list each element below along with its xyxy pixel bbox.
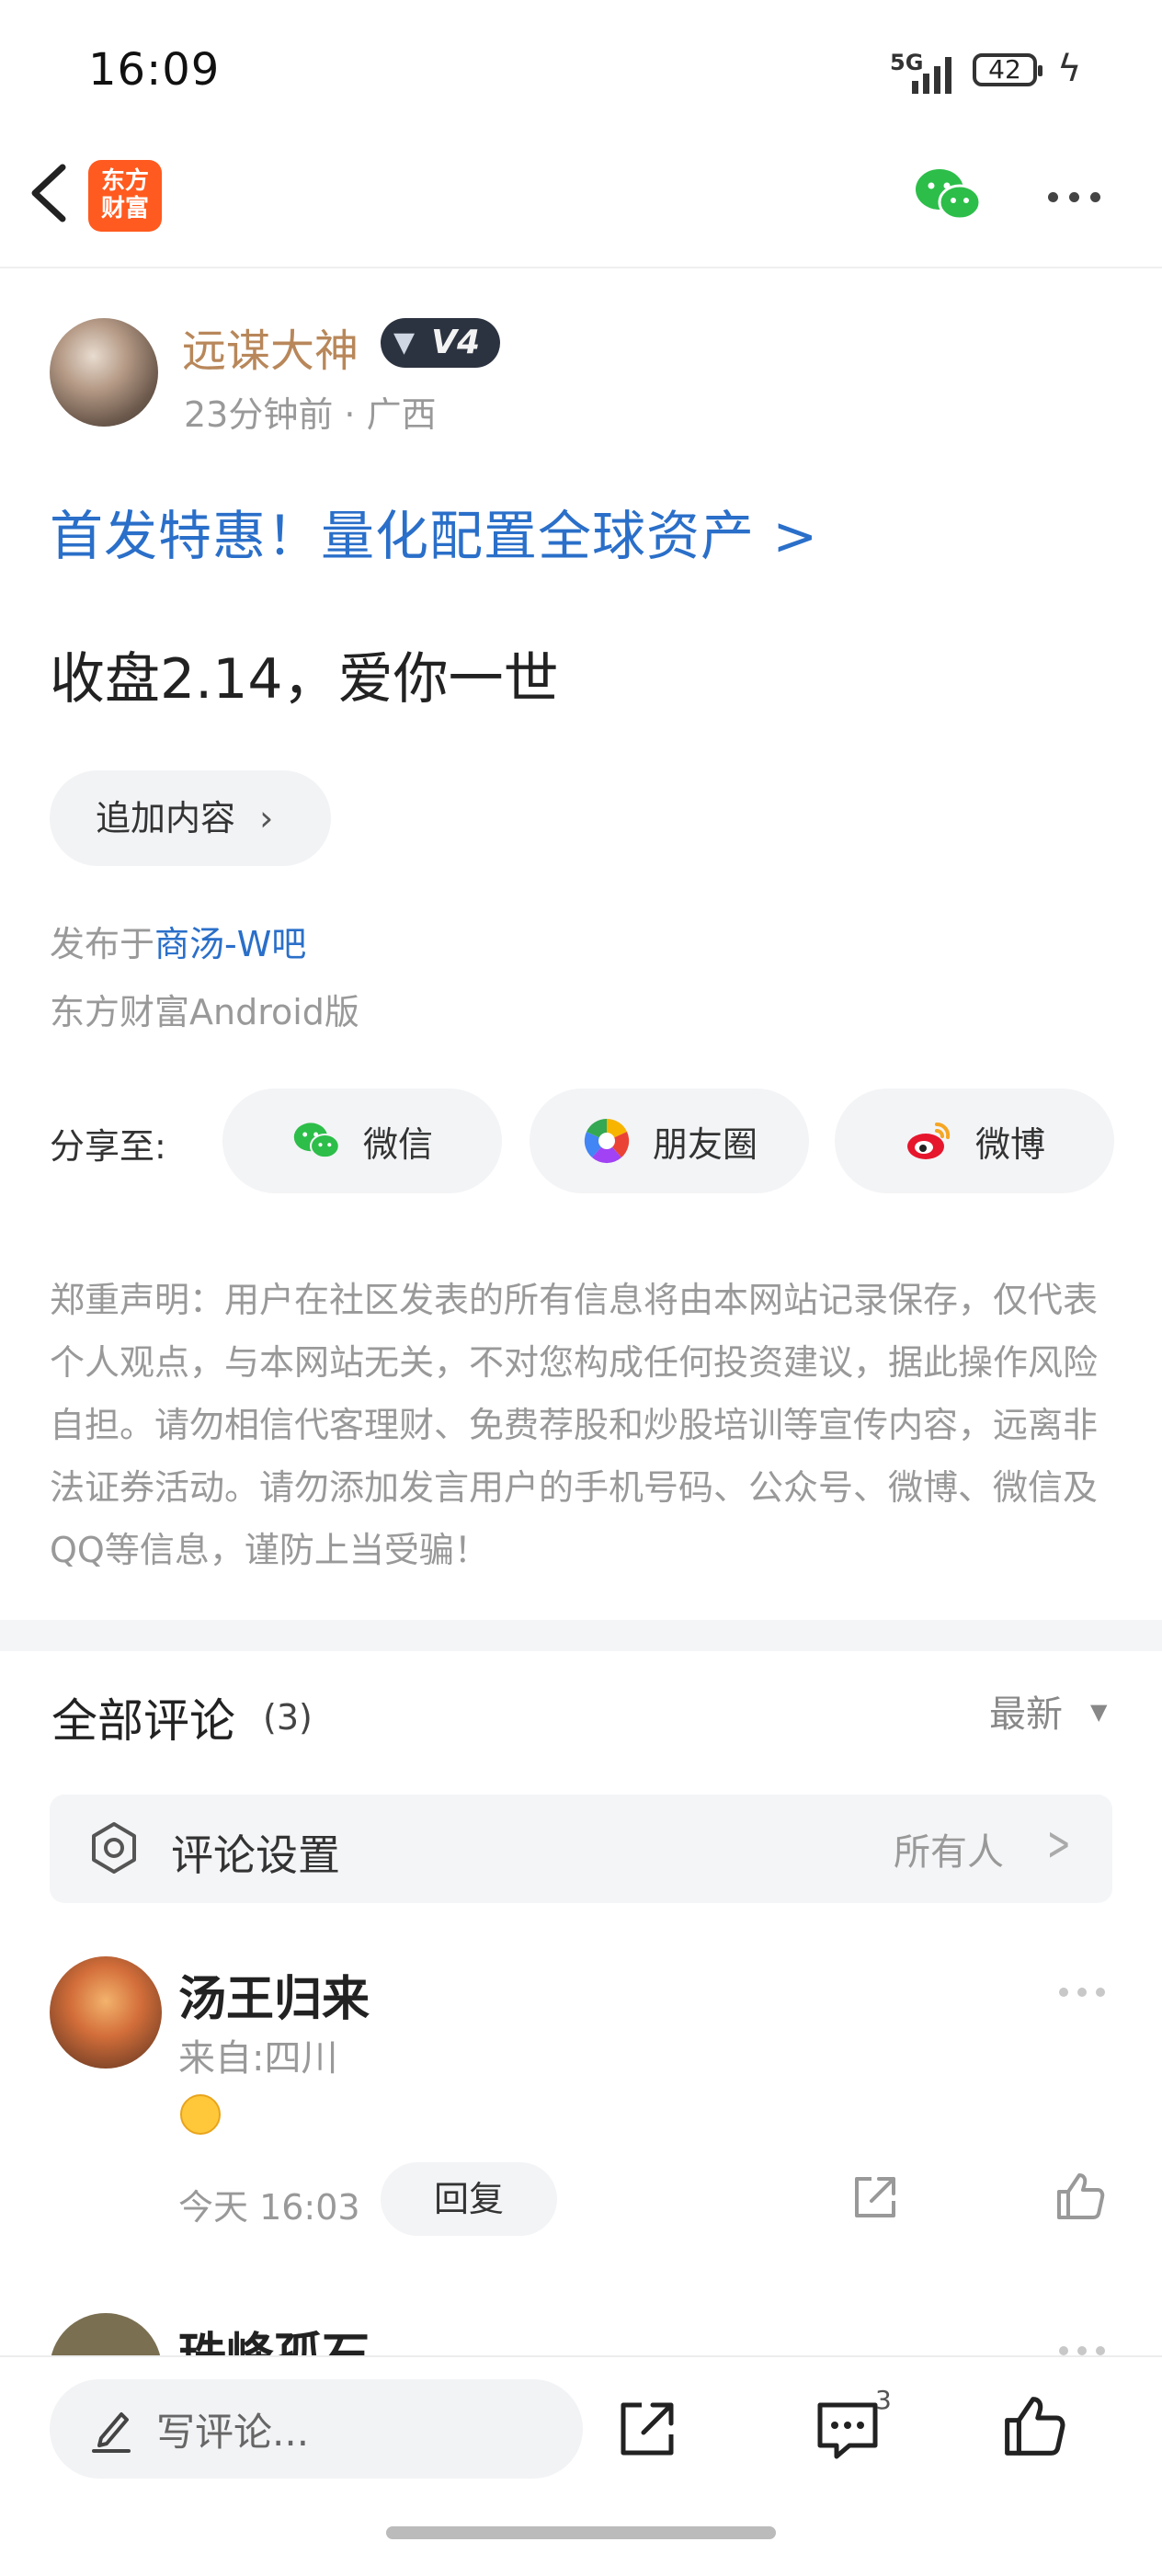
chevron-right-icon: > bbox=[1046, 1817, 1071, 1872]
logo-line1: 东方 bbox=[100, 167, 149, 195]
disclaimer-text: 郑重声明：用户在社区发表的所有信息将由本网站记录保存，仅代表个人观点，与本网站无… bbox=[50, 1280, 1099, 1570]
comment-icon[interactable] bbox=[813, 2398, 883, 2462]
nav-divider bbox=[0, 267, 1162, 268]
comment-more-icon[interactable] bbox=[1059, 1988, 1105, 1997]
charging-icon: ϟ bbox=[1057, 48, 1082, 90]
published-prefix: 发布于 bbox=[50, 924, 155, 964]
comments-title: 全部评论 bbox=[51, 1694, 235, 1748]
logo-line2: 财富 bbox=[100, 195, 149, 222]
signal-icon bbox=[912, 48, 956, 94]
emoji-icon bbox=[180, 2094, 221, 2135]
author-avatar[interactable] bbox=[50, 318, 158, 427]
section-divider bbox=[0, 1620, 1162, 1651]
wechat-share-icon[interactable] bbox=[912, 165, 985, 224]
share-wechat-label: 微信 bbox=[362, 1123, 433, 1165]
sort-dropdown[interactable]: 最新 bbox=[989, 1684, 1063, 1738]
battery-icon: 42 bbox=[973, 53, 1042, 86]
gear-icon bbox=[92, 1822, 136, 1874]
share-label: 分享至: bbox=[50, 1126, 166, 1167]
wechat-icon bbox=[293, 1123, 340, 1159]
triangle-down-icon[interactable]: ▼ bbox=[1090, 1699, 1107, 1725]
comment-count-badge: 3 bbox=[875, 2385, 892, 2415]
reply-button[interactable]: 回复 bbox=[381, 2162, 557, 2236]
commenter-avatar[interactable] bbox=[50, 1956, 162, 2069]
published-in: 发布于商汤-W吧 bbox=[50, 916, 306, 966]
append-label: 追加内容 bbox=[96, 798, 236, 838]
share-weibo-button[interactable]: 微博 bbox=[835, 1089, 1114, 1193]
share-icon[interactable] bbox=[849, 2171, 901, 2223]
share-moments-button[interactable]: 朋友圈 bbox=[530, 1089, 809, 1193]
pen-icon bbox=[92, 2412, 131, 2453]
post-meta: 23分钟前 · 广西 bbox=[184, 394, 437, 435]
post-content: 收盘2.14，爱你一世 bbox=[50, 647, 559, 712]
share-weibo-label: 微博 bbox=[974, 1123, 1045, 1165]
comment-input-placeholder[interactable]: 写评论... bbox=[156, 2401, 309, 2457]
thumbs-up-icon[interactable] bbox=[1000, 2392, 1068, 2460]
share-icon[interactable] bbox=[614, 2396, 680, 2462]
status-time: 16:09 bbox=[88, 44, 221, 96]
author-name[interactable]: 远谋大神 bbox=[182, 314, 359, 379]
promo-link[interactable]: 首发特惠！量化配置全球资产 > bbox=[50, 493, 818, 570]
moments-icon bbox=[584, 1118, 630, 1164]
share-moments-label: 朋友圈 bbox=[652, 1123, 758, 1165]
thumbs-up-icon[interactable] bbox=[1054, 2170, 1107, 2223]
more-icon[interactable] bbox=[1048, 180, 1107, 213]
comment-time: 今天 16:03 bbox=[178, 2187, 360, 2228]
weibo-icon bbox=[906, 1122, 951, 1159]
share-wechat-button[interactable]: 微信 bbox=[222, 1089, 502, 1193]
client-info: 东方财富Android版 bbox=[50, 992, 359, 1032]
stock-bar-link[interactable]: 商汤-W吧 bbox=[154, 924, 306, 964]
app-logo[interactable]: 东方 财富 bbox=[88, 160, 162, 232]
chevron-right-icon: › bbox=[259, 798, 274, 838]
level-badge: V4 bbox=[381, 318, 500, 368]
append-content-button[interactable]: 追加内容 › bbox=[50, 770, 331, 866]
commenter-name[interactable]: 汤王归来 bbox=[178, 1960, 370, 2029]
comment-more-icon[interactable] bbox=[1059, 2346, 1105, 2355]
back-icon[interactable] bbox=[22, 156, 77, 230]
battery-level: 42 bbox=[988, 54, 1021, 85]
comments-count: (3) bbox=[263, 1697, 313, 1738]
comment-settings-label: 评论设置 bbox=[171, 1830, 340, 1880]
commenter-location: 来自:四川 bbox=[178, 2037, 338, 2080]
comment-settings-value: 所有人 bbox=[894, 1831, 1004, 1874]
home-indicator[interactable] bbox=[386, 2526, 776, 2539]
